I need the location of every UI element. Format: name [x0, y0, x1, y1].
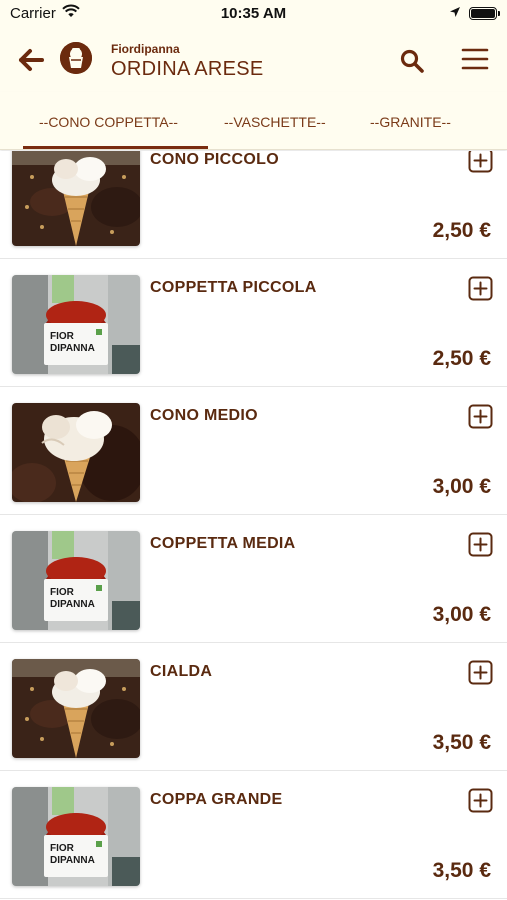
back-arrow-icon[interactable]	[18, 46, 46, 74]
clock: 10:35 AM	[220, 5, 287, 22]
product-name: CONO PICCOLO	[150, 151, 279, 168]
store-title: ORDINA ARESE	[111, 58, 264, 80]
product-item-cialda[interactable]: CIALDA 3,50 €	[0, 643, 507, 771]
add-to-cart-icon[interactable]	[468, 276, 493, 301]
product-price: 3,50 €	[432, 859, 491, 882]
product-list: CONO PICCOLO 2,50 € COPPETTA PICCOLA 2,5…	[0, 151, 507, 900]
brand-name: Fiordipanna	[111, 42, 180, 56]
status-bar: Carrier 10:35 AM	[0, 0, 507, 28]
add-to-cart-icon[interactable]	[468, 660, 493, 685]
active-tab-indicator	[23, 146, 208, 149]
tab-cono-coppetta[interactable]: --CONO COPPETTA--	[39, 114, 178, 130]
product-image	[12, 787, 140, 886]
product-image	[12, 403, 140, 502]
add-to-cart-icon[interactable]	[468, 404, 493, 429]
location-arrow-icon	[449, 5, 461, 22]
add-to-cart-icon[interactable]	[468, 532, 493, 557]
gelato-cup-logo	[60, 42, 92, 74]
product-name: COPPETTA MEDIA	[150, 535, 296, 552]
battery-icon	[469, 7, 497, 20]
product-item-coppa-grande[interactable]: COPPA GRANDE 3,50 €	[0, 771, 507, 899]
product-name: COPPETTA PICCOLA	[150, 279, 317, 296]
product-name: CONO MEDIO	[150, 407, 258, 424]
menu-icon[interactable]	[461, 46, 489, 72]
product-image	[12, 531, 140, 630]
tab-vaschette[interactable]: --VASCHETTE--	[224, 114, 326, 130]
product-image	[12, 151, 140, 246]
product-item-cono-medio[interactable]: CONO MEDIO 3,00 €	[0, 387, 507, 515]
add-to-cart-icon[interactable]	[468, 151, 493, 173]
tab-granite[interactable]: --GRANITE--	[370, 114, 451, 130]
product-image	[12, 659, 140, 758]
search-icon[interactable]	[399, 48, 425, 74]
product-price: 2,50 €	[432, 347, 491, 370]
add-to-cart-icon[interactable]	[468, 788, 493, 813]
product-price: 3,00 €	[432, 603, 491, 626]
product-name: CIALDA	[150, 663, 213, 680]
product-price: 3,00 €	[432, 475, 491, 498]
app-header: Fiordipanna ORDINA ARESE	[0, 28, 507, 92]
product-price: 2,50 €	[432, 219, 491, 242]
product-name: COPPA GRANDE	[150, 791, 283, 808]
product-image	[12, 275, 140, 374]
product-price: 3,50 €	[432, 731, 491, 754]
product-item-cono-piccolo[interactable]: CONO PICCOLO 2,50 €	[0, 151, 507, 259]
battery-tip	[498, 11, 500, 16]
category-tabs: --CONO COPPETTA-- --VASCHETTE-- --GRANIT…	[0, 92, 507, 150]
product-item-coppetta-media[interactable]: COPPETTA MEDIA 3,00 €	[0, 515, 507, 643]
product-item-coppetta-piccola[interactable]: COPPETTA PICCOLA 2,50 €	[0, 259, 507, 387]
